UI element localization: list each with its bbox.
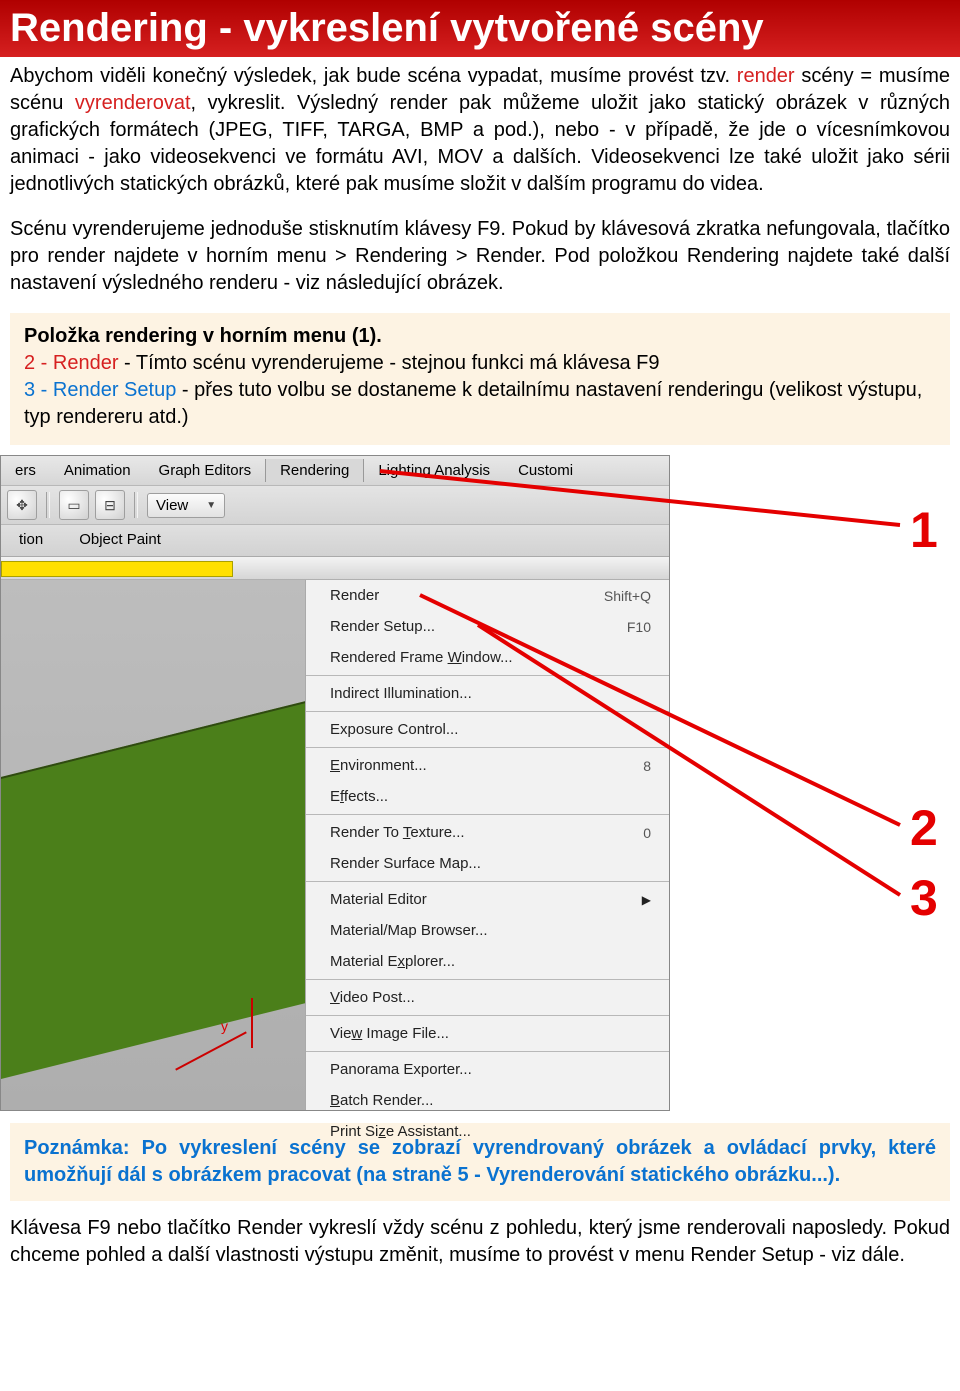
menu-item[interactable]: Rendered Frame Window... bbox=[306, 642, 669, 673]
menu-item[interactable]: Material/Map Browser... bbox=[306, 915, 669, 946]
toolbar-separator bbox=[46, 492, 50, 518]
text: - Tímto scénu vyrenderujeme - stejnou fu… bbox=[119, 352, 660, 374]
menu-item[interactable]: Material Explorer... bbox=[306, 946, 669, 977]
text: Klávesa F9 nebo tlačítko Render vykreslí… bbox=[10, 1217, 950, 1266]
chevron-down-icon: ▼ bbox=[206, 500, 216, 511]
screenshot-figure: ers Animation Graph Editors Rendering Li… bbox=[0, 455, 960, 1111]
menu-item-shortcut: Shift+Q bbox=[604, 588, 651, 604]
menu-item-label: Batch Render... bbox=[330, 1092, 433, 1109]
menu-item-label: Render Setup... bbox=[330, 618, 435, 635]
intro-paragraph-1: Abychom viděli konečný výsledek, jak bud… bbox=[0, 57, 960, 210]
menu-item-shortcut: 0 bbox=[643, 825, 651, 841]
content-area: y Render Shift+Q Render Setup... F10 Rendere… bbox=[1, 580, 669, 1110]
axis-line bbox=[251, 998, 253, 1048]
menu-item-label: Material Editor bbox=[330, 891, 427, 908]
annotation-number-1: 1 bbox=[910, 501, 938, 559]
view-dropdown-label: View bbox=[156, 497, 188, 514]
toolbar-move-icon[interactable]: ✥ bbox=[7, 490, 37, 520]
timeline-range[interactable] bbox=[1, 561, 233, 577]
menu-item-label: Render To Texture... bbox=[330, 824, 465, 841]
menu-item[interactable]: Effects... bbox=[306, 781, 669, 812]
menu-item[interactable]: Batch Render... bbox=[306, 1085, 669, 1116]
menu-item-label: Environment... bbox=[330, 757, 427, 774]
annotation-number-3: 3 bbox=[910, 869, 938, 927]
toolbar-layout-split-icon[interactable]: ⊟ bbox=[95, 490, 125, 520]
menu-item[interactable]: Render Surface Map... bbox=[306, 848, 669, 879]
menu-divider bbox=[306, 711, 669, 712]
menu-item-label: Render Surface Map... bbox=[330, 855, 481, 872]
menu-item-label: Panorama Exporter... bbox=[330, 1061, 472, 1078]
menu-item-label: Rendered Frame Window... bbox=[330, 649, 513, 666]
menu-item[interactable]: Exposure Control... bbox=[306, 714, 669, 745]
rendering-dropdown-menu: Render Shift+Q Render Setup... F10 Rendered … bbox=[305, 580, 669, 1110]
callout-line-3: 3 - Render Setup - přes tuto volbu se do… bbox=[24, 377, 936, 431]
timeline-ruler[interactable] bbox=[1, 557, 669, 580]
ground-plane bbox=[1, 687, 305, 1084]
intro-paragraph-2: Scénu vyrenderujeme jednoduše stisknutím… bbox=[0, 210, 960, 309]
menu-item[interactable]: Video Post... bbox=[306, 982, 669, 1013]
menu-item[interactable]: Material Editor ▶ bbox=[306, 884, 669, 915]
callout-line-2: 2 - Render - Tímto scénu vyrenderujeme -… bbox=[24, 350, 936, 377]
menu-divider bbox=[306, 881, 669, 882]
menu-divider bbox=[306, 979, 669, 980]
callout-heading: Položka rendering v horním menu (1). bbox=[24, 323, 936, 350]
app-window: ers Animation Graph Editors Rendering Li… bbox=[0, 455, 670, 1111]
text: Scénu vyrenderujeme jednoduše stisknutím… bbox=[10, 218, 950, 294]
menu-item[interactable]: Panorama Exporter... bbox=[306, 1054, 669, 1085]
menu-item[interactable]: Render Shift+Q bbox=[306, 580, 669, 611]
tab-object-paint[interactable]: Object Paint bbox=[61, 529, 179, 550]
secondary-tab-row: tion Object Paint bbox=[1, 525, 669, 557]
menubar-item-graph-editors[interactable]: Graph Editors bbox=[145, 459, 266, 482]
menubar-item-customize[interactable]: Customi bbox=[504, 459, 587, 482]
callout-box: Položka rendering v horním menu (1). 2 -… bbox=[10, 313, 950, 445]
menu-item-shortcut: F10 bbox=[627, 619, 651, 635]
menu-item-label: Video Post... bbox=[330, 989, 415, 1006]
menu-item[interactable]: Environment... 8 bbox=[306, 750, 669, 781]
menu-item-label: View Image File... bbox=[330, 1025, 449, 1042]
menu-item[interactable]: View Image File... bbox=[306, 1018, 669, 1049]
menubar-item-lighting-analysis[interactable]: Lighting Analysis bbox=[364, 459, 504, 482]
menu-divider bbox=[306, 675, 669, 676]
axis-line bbox=[175, 1031, 247, 1070]
menu-item-label: Material/Map Browser... bbox=[330, 922, 488, 939]
page-title: Rendering - vykreslení vytvořené scény bbox=[10, 6, 764, 50]
viewport-3d[interactable]: y bbox=[1, 580, 305, 1110]
menu-item-label: Render bbox=[330, 587, 379, 604]
menu-item[interactable]: Indirect Illumination... bbox=[306, 678, 669, 709]
menubar-item-rendering[interactable]: Rendering bbox=[265, 459, 364, 482]
footer-paragraph: Klávesa F9 nebo tlačítko Render vykreslí… bbox=[0, 1211, 960, 1283]
menu-divider bbox=[306, 747, 669, 748]
menu-divider bbox=[306, 1051, 669, 1052]
menubar-item-animation[interactable]: Animation bbox=[50, 459, 145, 482]
text: Abychom viděli konečný výsledek, jak bud… bbox=[10, 65, 737, 87]
menu-divider bbox=[306, 1015, 669, 1016]
text-highlight: 2 - Render bbox=[24, 352, 119, 374]
text-highlight: 3 - Render Setup bbox=[24, 379, 176, 401]
menu-item-label: Exposure Control... bbox=[330, 721, 458, 738]
toolbar-layout-icon[interactable]: ▭ bbox=[59, 490, 89, 520]
menubar-item[interactable]: ers bbox=[1, 459, 50, 482]
text-highlight: render bbox=[737, 65, 795, 87]
menu-item[interactable]: Print Size Assistant... bbox=[306, 1116, 669, 1147]
toolbar: ✥ ▭ ⊟ View ▼ bbox=[1, 485, 669, 525]
menu-item-label: Print Size Assistant... bbox=[330, 1123, 471, 1140]
menu-item[interactable]: Render Setup... F10 bbox=[306, 611, 669, 642]
menubar: ers Animation Graph Editors Rendering Li… bbox=[1, 456, 669, 485]
menu-divider bbox=[306, 814, 669, 815]
submenu-arrow-icon: ▶ bbox=[642, 893, 651, 907]
tab-item[interactable]: tion bbox=[1, 529, 61, 550]
menu-item[interactable]: Render To Texture... 0 bbox=[306, 817, 669, 848]
axis-label-y: y bbox=[221, 1018, 228, 1034]
text-highlight: vyrenderovat bbox=[75, 92, 191, 114]
view-dropdown[interactable]: View ▼ bbox=[147, 493, 225, 518]
menu-item-shortcut: 8 bbox=[643, 758, 651, 774]
annotation-number-2: 2 bbox=[910, 799, 938, 857]
menu-item-label: Indirect Illumination... bbox=[330, 685, 472, 702]
toolbar-separator bbox=[134, 492, 138, 518]
menu-item-label: Effects... bbox=[330, 788, 388, 805]
page-title-bar: Rendering - vykreslení vytvořené scény bbox=[0, 0, 960, 57]
menu-item-label: Material Explorer... bbox=[330, 953, 455, 970]
